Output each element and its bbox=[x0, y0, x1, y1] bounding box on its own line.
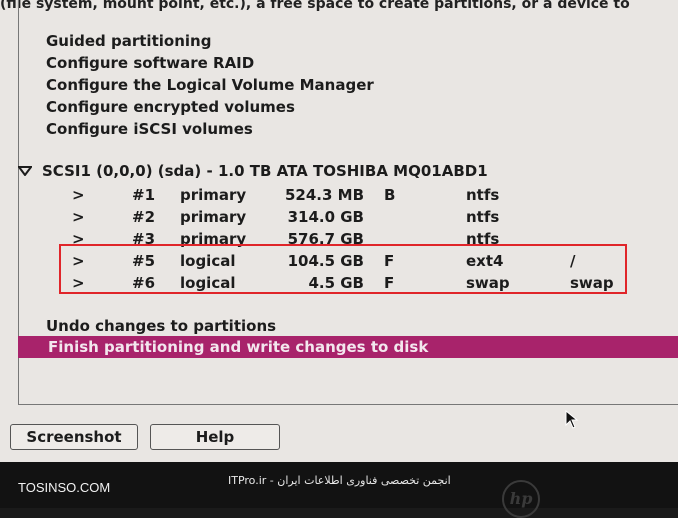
banner-watermark: ITPro.ir - انجمن تخصصی فناوری اطلاعات ای… bbox=[228, 474, 451, 487]
iscsi-volumes-item[interactable]: Configure iSCSI volumes bbox=[46, 118, 253, 140]
row-arrow-icon: > bbox=[72, 186, 85, 204]
finish-partitioning-item[interactable]: Finish partitioning and write changes to… bbox=[18, 336, 678, 358]
partition-size: 524.3 MB bbox=[284, 186, 364, 204]
disk-row[interactable]: SCSI1 (0,0,0) (sda) - 1.0 TB ATA TOSHIBA… bbox=[17, 160, 488, 182]
site-watermark: TOSINSO.COM bbox=[18, 480, 111, 495]
partition-type: primary bbox=[180, 186, 247, 204]
help-button[interactable]: Help bbox=[150, 424, 280, 450]
watermark-bar: TOSINSO.COM ITPro.ir - انجمن تخصصی فناور… bbox=[0, 462, 678, 518]
hp-logo-icon: hp bbox=[502, 480, 540, 518]
partition-filesystem: ntfs bbox=[466, 186, 500, 204]
lvm-item[interactable]: Configure the Logical Volume Manager bbox=[46, 74, 374, 96]
finish-partitioning-label: Finish partitioning and write changes to… bbox=[48, 338, 429, 356]
undo-changes-item[interactable]: Undo changes to partitions bbox=[46, 315, 276, 337]
partition-filesystem: ntfs bbox=[466, 208, 500, 226]
partition-type: primary bbox=[180, 208, 247, 226]
partition-size: 314.0 GB bbox=[287, 208, 364, 226]
mouse-cursor-icon bbox=[565, 409, 579, 434]
partition-number: #2 bbox=[132, 208, 156, 226]
installer-screen: (file system, mount point, etc.), a free… bbox=[0, 0, 678, 462]
screenshot-button[interactable]: Screenshot bbox=[10, 424, 138, 450]
disk-label: SCSI1 (0,0,0) (sda) - 1.0 TB ATA TOSHIBA… bbox=[42, 162, 488, 180]
partition-number: #1 bbox=[132, 186, 156, 204]
encrypted-volumes-item[interactable]: Configure encrypted volumes bbox=[46, 96, 295, 118]
software-raid-item[interactable]: Configure software RAID bbox=[46, 52, 254, 74]
row-arrow-icon: > bbox=[72, 208, 85, 226]
partition-flag: B bbox=[384, 186, 396, 204]
guided-partitioning-item[interactable]: Guided partitioning bbox=[46, 30, 211, 52]
expand-triangle-icon bbox=[17, 160, 42, 182]
annotation-highlight-box bbox=[59, 244, 627, 294]
